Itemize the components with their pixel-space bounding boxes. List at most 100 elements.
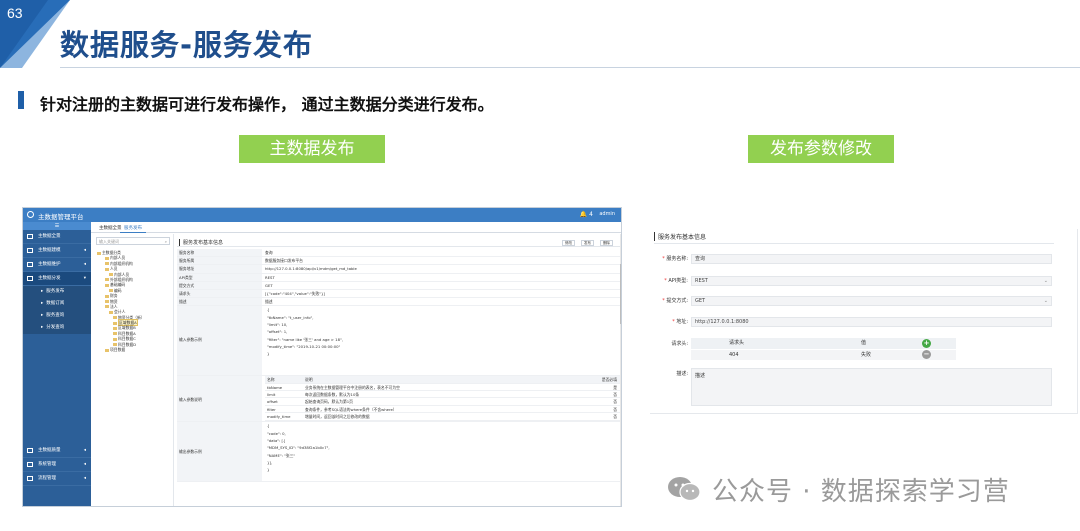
detail-field-row: 描述 描述: [177, 298, 621, 307]
form-field-label-text: 地址:: [676, 319, 688, 325]
folder-icon: [113, 321, 117, 325]
folder-icon: [105, 294, 109, 298]
app-logo-icon: [27, 211, 34, 218]
sidebar-subitem[interactable]: 数据订阅: [23, 298, 91, 310]
folder-icon: [105, 278, 109, 282]
form-field-label-text: 提交方式:: [666, 298, 688, 304]
form-select[interactable]: REST ⌄: [691, 276, 1052, 286]
param-desc: 查询条件，参考SQL语法的where条件（不含where）: [305, 406, 397, 412]
sidebar-item-icon: [27, 248, 33, 253]
sidebar-bottom-items: 主数据质量 ◂ 系统管理 ◂ 流程管理 ◂: [23, 444, 91, 486]
output-example-label: 输出参数示例: [179, 448, 202, 454]
detail-field-key: 服务名称: [177, 249, 262, 257]
sidebar-item[interactable]: 系统管理 ◂: [23, 458, 91, 472]
form-title-divider: [654, 243, 1054, 244]
detail-scrollbar[interactable]: [620, 234, 621, 506]
tab-service-publish[interactable]: 服务发布: [120, 224, 146, 233]
headers-table-row[interactable]: 404 失败: [691, 349, 956, 360]
sidebar-subitem[interactable]: 分发查询: [23, 322, 91, 334]
tree-node-label: 法人: [110, 303, 118, 309]
code-line: {: [267, 423, 270, 429]
sidebar-item[interactable]: 主数据质量 ◂: [23, 444, 91, 458]
param-name: filter: [267, 406, 276, 412]
user-name[interactable]: admin: [599, 211, 615, 217]
subtitle-marker: [18, 91, 24, 109]
detail-field-row: API类型 REST: [177, 273, 621, 282]
sidebar-item[interactable]: 流程管理 ◂: [23, 472, 91, 486]
output-example-lines: {"code": 0, "data": [{"MDM_SYS_ID": "9d38…: [267, 422, 621, 473]
code-line: "modify_time": "2019-10-21 00:00:00": [267, 343, 341, 349]
tree-node-label: 区域数据B: [118, 325, 136, 331]
label-master-data-publish: 主数据发布: [239, 135, 385, 163]
publish-button[interactable]: 发布: [581, 240, 594, 246]
header-col-name: 请求头: [729, 340, 745, 346]
description-textarea[interactable]: 描述: [691, 368, 1052, 406]
form-select[interactable]: GET ⌄: [691, 296, 1052, 306]
watermark: 公众号 · 数据探索学习营: [666, 474, 1010, 507]
publish-app-screenshot: 主数据管理平台 🔔 4 admin ☰ 主数据全景 主数据建模 ◂ 主数据维护 ◂ 主数据…: [22, 207, 622, 507]
tree-node[interactable]: 项目数据: [97, 347, 145, 352]
bell-icon[interactable]: 🔔 4: [580, 211, 593, 218]
input-example-lines: {"tbName": "t_user_info", "limit": 10, "of…: [267, 306, 621, 357]
detail-fields: 服务名称 查询 服务所属 数据服务接口发布平台 服务地址 http://127.0.0.1…: [177, 249, 621, 483]
chevron-down-icon[interactable]: ⌄: [1044, 277, 1048, 286]
detail-field-value: http://127.0.0.1:8080/api/v1/mdm/get_md_…: [265, 266, 357, 272]
tree-search-input[interactable]: 输入关键词 ⌕: [96, 237, 170, 245]
detail-field-value: 数据服务接口发布平台: [265, 258, 303, 264]
tree-node-label: 外部组织机构: [110, 276, 133, 282]
sidebar-item-label: 主数据建模: [38, 248, 61, 253]
code-line: "filter": "name like '张三' and age > 18",: [267, 336, 343, 342]
folder-icon: [109, 273, 113, 277]
param-row: filter 查询条件，参考SQL语法的where条件（不含where） 否: [265, 406, 621, 414]
sidebar-item[interactable]: 主数据维护 ◂: [23, 258, 91, 272]
sidebar-item-icon: [27, 462, 33, 467]
chevron-down-icon[interactable]: ⌄: [1044, 297, 1048, 306]
sidebar-subitem[interactable]: 服务发布: [23, 286, 91, 298]
sidebar-toggle-icon[interactable]: ☰: [23, 222, 91, 230]
headers-table: 请求头 值 404 失败: [691, 338, 956, 360]
sidebar-item-icon: [27, 448, 33, 453]
tree-node-label: 人员: [110, 266, 118, 272]
form-input[interactable]: http://127.0.0.1:8080: [691, 317, 1052, 327]
param-desc: 起始查询页码，默认为第1页: [305, 399, 353, 405]
delete-button[interactable]: 删除: [600, 240, 613, 246]
param-row: modify_time 增量时间，返回该时间之后修改的数据 否: [265, 413, 621, 421]
tree-node-label: 物资: [110, 298, 118, 304]
sidebar-item[interactable]: 主数据分发 ▾: [23, 272, 91, 286]
sidebar-item[interactable]: 主数据建模 ◂: [23, 244, 91, 258]
param-desc: 业务系统在主数据管理平台中注册的表名，表名不可为空: [305, 384, 400, 390]
sidebar-item-label: 主数据分发: [38, 276, 61, 281]
param-col-required: 是否必填: [601, 377, 617, 383]
search-icon[interactable]: ⌕: [165, 238, 167, 245]
tree-node-label: 内部人员: [110, 255, 126, 261]
scrollbar-thumb[interactable]: [620, 264, 621, 324]
add-row-icon[interactable]: +: [922, 339, 931, 348]
param-required: 否: [613, 414, 617, 420]
detail-field-row: 服务所属 数据服务接口发布平台: [177, 257, 621, 266]
sidebar: ☰ 主数据全景主数据建模 ◂ 主数据维护 ◂ 主数据分发 ▾ 服务发布数据订阅服务查询分发…: [23, 222, 91, 506]
param-table-header: 名称 说明 是否必填: [265, 376, 621, 384]
chevron-icon: ◂: [83, 476, 86, 481]
form-input[interactable]: 查询: [691, 254, 1052, 264]
edit-button[interactable]: 修改: [562, 240, 575, 246]
sidebar-subitem[interactable]: 服务查询: [23, 310, 91, 322]
param-name: modify_time: [267, 414, 291, 420]
sidebar-item[interactable]: 主数据全景: [23, 230, 91, 244]
detail-field-key: 服务地址: [177, 265, 262, 273]
sidebar-item-label: 流程管理: [38, 476, 56, 481]
service-detail-panel: 服务发布基本信息 修改 发布 删除 服务名称 查询 服务所属 数据服务接口发布平台 服务…: [175, 234, 621, 506]
param-required: 否: [613, 392, 617, 398]
page-title: 数据服务-服务发布: [60, 28, 314, 62]
code-line: "MDM_SYS_ID": "9d38f2a1b0c7",: [267, 445, 330, 451]
headers-table-header: 请求头 值: [691, 338, 956, 349]
sidebar-item-label: 主数据维护: [38, 262, 61, 267]
param-desc: 增量时间，返回该时间之后修改的数据: [305, 414, 370, 420]
param-col-name: 名称: [267, 377, 275, 383]
tree-node-label: 主数据分类: [102, 250, 121, 255]
remove-row-icon[interactable]: −: [922, 350, 931, 359]
chevron-icon: ◂: [83, 462, 86, 467]
tree-node-label: 内部人员: [114, 271, 130, 277]
watermark-text: 公众号 · 数据探索学习营: [712, 476, 1010, 507]
tree-node-label: 科目数据C: [118, 336, 136, 342]
tree-node-label: 编码: [114, 287, 122, 293]
